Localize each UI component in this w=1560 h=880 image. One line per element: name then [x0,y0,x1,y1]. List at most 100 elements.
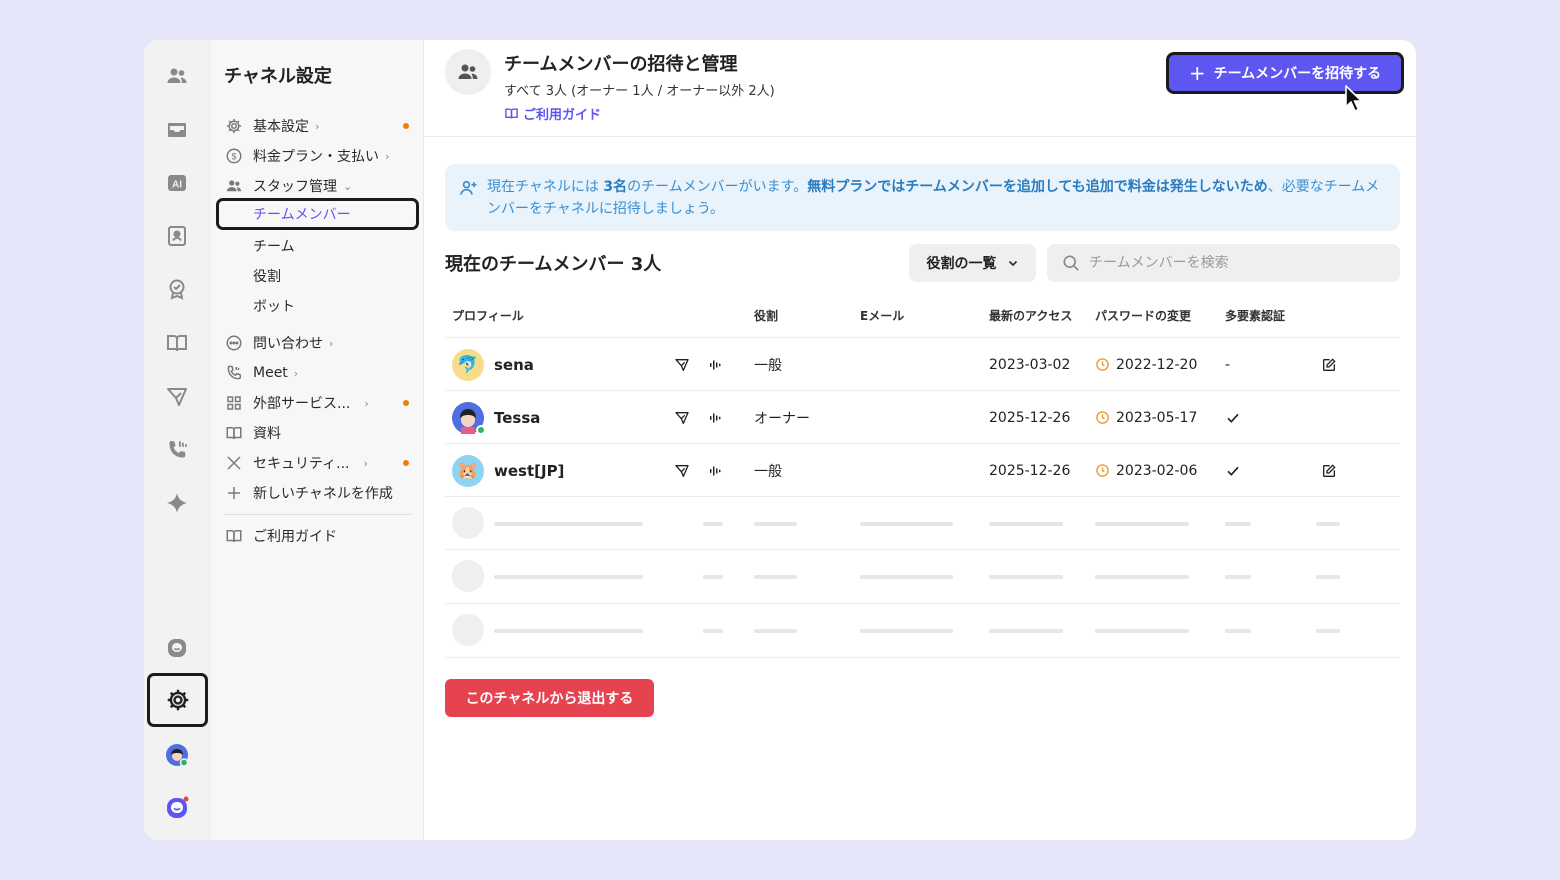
skeleton-row [445,496,1400,549]
sidebar-item-bots[interactable]: ボット [224,292,413,320]
user-guide-link[interactable]: ご利用ガイド [504,104,601,123]
people-icon [224,176,244,196]
sidebar-item-label: ボット [253,299,295,315]
sidebar-item-staff-management[interactable]: スタッフ管理 ⌄ [224,172,413,200]
sidebar-item-label: チームメンバー [253,207,351,223]
sidebar-item-user-guide[interactable]: ご利用ガイド [224,522,413,550]
search-input[interactable] [1089,255,1389,271]
svg-text:$: $ [231,151,236,161]
avatar: 🐬 [452,348,484,381]
sidebar-item-team-members[interactable]: チームメンバー [216,198,419,230]
sidebar-item-teams[interactable]: チーム [224,232,413,260]
clock-icon [1095,463,1110,478]
mfa-status: - [1225,356,1231,373]
table-row[interactable]: 🐹 west[JP] 一般 2025-12-26 2023-02-06 [445,443,1400,496]
online-status-dot [476,424,486,435]
people-icon[interactable] [157,56,197,96]
leave-channel-button[interactable]: このチャネルから退出する [445,679,654,717]
last-access: 2023-03-02 [989,356,1071,373]
sidebar-item-label: スタッフ管理 [253,179,337,195]
plus-icon [224,483,244,503]
contacts-icon[interactable] [157,216,197,256]
column-header-password-change[interactable]: パスワードの変更 [1095,307,1191,324]
edit-icon[interactable] [1321,444,1337,497]
search-icon [1063,255,1079,271]
voice-icon [708,338,724,391]
chevron-right-icon: › [293,366,299,380]
sidebar-item-external-services[interactable]: 外部サービス... › [224,389,413,417]
send-icon [674,338,690,391]
member-role: 一般 [754,463,782,480]
column-header-profile[interactable]: プロフィール [452,307,524,324]
send-icon [674,391,690,444]
page-title: チームメンバーの招待と管理 [504,54,738,75]
add-user-icon [460,180,477,195]
grid-icon [224,393,244,413]
user-avatar[interactable] [157,735,197,775]
role-filter-dropdown[interactable]: 役割の一覧 [909,244,1036,282]
gear-icon [224,116,244,136]
clock-icon [1095,410,1110,425]
inbox-icon[interactable] [157,110,197,150]
column-header-mfa[interactable]: 多要素認証 [1225,307,1285,324]
table-row[interactable]: Tessa オーナー 2025-12-26 2023-05-17 [445,390,1400,443]
mouse-cursor-icon [1345,85,1363,112]
sidebar-item-label: Meet [253,365,288,381]
dollar-icon: $ [224,146,244,166]
phone-icon [224,363,244,383]
table-row[interactable]: 🐬 sena 一般 2023-03-02 2022-12-20 - [445,337,1400,390]
edit-icon[interactable] [1321,338,1337,391]
send-icon[interactable] [157,377,197,417]
channel-logo-icon[interactable] [157,788,197,828]
avatar: 🐹 [452,454,484,487]
sidebar-item-inquiries[interactable]: 問い合わせ › [224,329,413,357]
member-role: オーナー [754,410,810,427]
member-role: 一般 [754,357,782,374]
chat-dots-icon [224,333,244,353]
svg-text:AI: AI [172,180,182,191]
password-changed: 2023-02-06 [1116,462,1198,479]
last-access: 2025-12-26 [989,462,1071,479]
check-icon [1225,391,1241,444]
nav-rail: AI [144,40,210,840]
info-notice: 現在チャネルには 3名のチームメンバーがいます。無料プランではチームメンバーを追… [445,164,1400,231]
table-bottom-divider [445,657,1400,658]
sidebar-item-basic-settings[interactable]: 基本設定 › [224,112,413,140]
send-icon [674,444,690,497]
sidebar-item-label: 新しいチャネルを作成 [253,486,393,502]
sidebar-item-label: 料金プラン・支払い [253,149,379,165]
check-icon [1225,444,1241,497]
book-icon[interactable] [157,323,197,363]
column-header-role[interactable]: 役割 [754,307,778,324]
ai-icon[interactable]: AI [157,163,197,203]
member-search-box[interactable] [1047,244,1400,282]
skeleton-row [445,549,1400,602]
badge-icon[interactable] [157,269,197,309]
settings-gear-icon[interactable] [147,673,208,727]
sidebar-divider [224,514,411,515]
sidebar-item-label: 資料 [253,426,281,442]
settings-sidebar: チャネル設定 基本設定 › $ 料金プラン・支払い › スタッフ管理 ⌄ チーム… [210,40,424,840]
column-header-last-access[interactable]: 最新のアクセス [989,307,1072,324]
phone-icon[interactable] [157,430,197,470]
sidebar-item-billing[interactable]: $ 料金プラン・支払い › [224,142,413,170]
member-summary: すべて 3人 (オーナー 1人 / オーナー以外 2人) [504,84,775,99]
chevron-right-icon: › [364,396,369,410]
sidebar-item-create-channel[interactable]: 新しいチャネルを作成 [224,479,413,507]
skeleton-row [445,603,1400,656]
sidebar-item-meet[interactable]: Meet › [224,359,413,387]
password-changed: 2023-05-17 [1116,409,1198,426]
sidebar-item-security[interactable]: セキュリティ... › [224,449,413,477]
chevron-right-icon: › [385,149,390,163]
invite-member-button[interactable]: + チームメンバーを招待する [1166,52,1404,94]
notification-dot [403,123,409,129]
chat-bubble-icon[interactable] [157,628,197,668]
plus-icon: + [1188,61,1206,85]
sidebar-item-roles[interactable]: 役割 [224,262,413,290]
sparkle-icon[interactable] [157,483,197,523]
sidebar-item-label: 基本設定 [253,119,309,135]
column-header-email[interactable]: Eメール [860,307,904,324]
sidebar-item-documents[interactable]: 資料 [224,419,413,447]
chevron-down-icon: ⌄ [343,179,353,193]
notification-dot [403,460,409,466]
